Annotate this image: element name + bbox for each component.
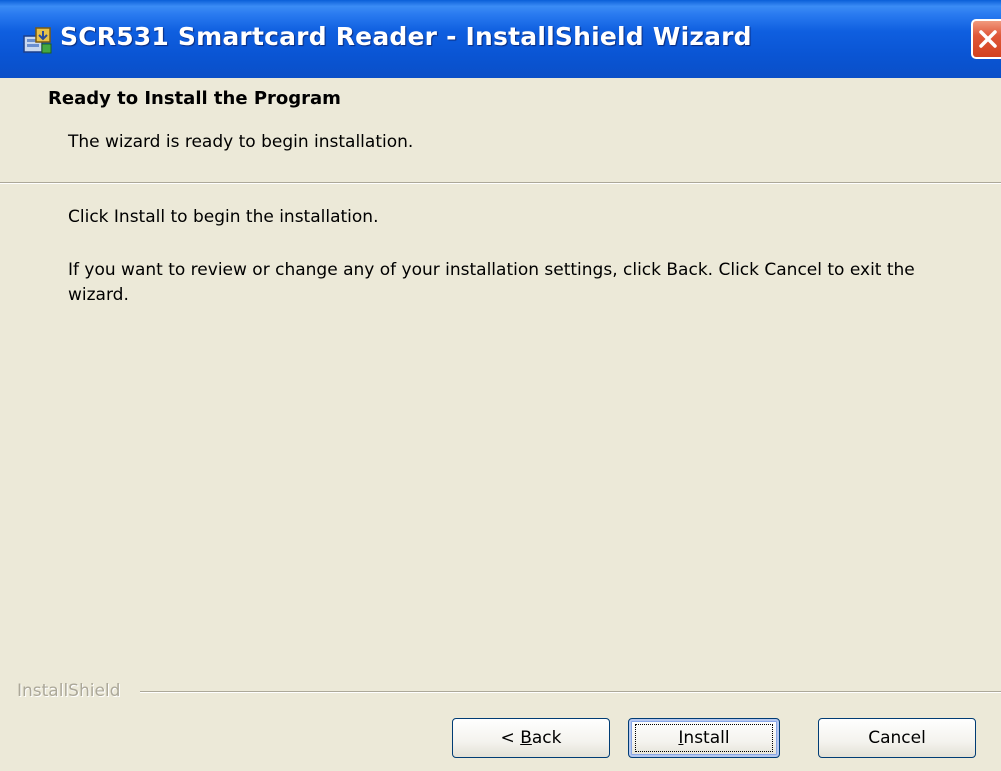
back-button[interactable]: < Back — [452, 718, 610, 758]
install-button-label: nstall — [683, 728, 730, 748]
footer-divider — [140, 691, 1001, 692]
install-button[interactable]: Install — [628, 718, 780, 758]
page-description: The wizard is ready to begin installatio… — [68, 132, 414, 152]
instruction-text: Click Install to begin the installation. — [68, 207, 379, 227]
back-button-prefix: < — [500, 728, 521, 748]
back-button-mnemonic: B — [520, 728, 532, 748]
review-settings-text: If you want to review or change any of y… — [68, 260, 915, 305]
close-button[interactable] — [971, 19, 1001, 59]
installshield-brand-label: InstallShield — [17, 681, 121, 701]
back-button-label: ack — [531, 728, 562, 748]
window-title: SCR531 Smartcard Reader - InstallShield … — [60, 22, 752, 51]
title-bar[interactable]: SCR531 Smartcard Reader - InstallShield … — [0, 0, 1001, 78]
cancel-button[interactable]: Cancel — [818, 718, 976, 758]
page-title: Ready to Install the Program — [48, 88, 341, 109]
installshield-wizard-window: SCR531 Smartcard Reader - InstallShield … — [0, 0, 1001, 771]
header-divider — [0, 183, 1001, 184]
installer-icon — [22, 24, 54, 56]
